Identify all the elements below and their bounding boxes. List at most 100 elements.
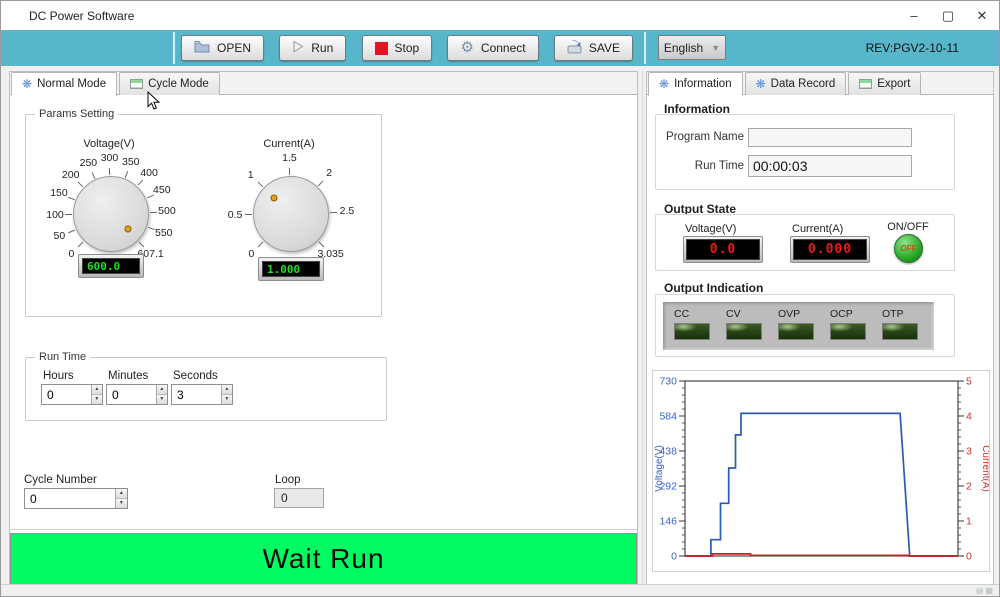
output-chart: 0146292438584730Voltage(V)012345Current(… — [652, 370, 990, 572]
snowflake-icon: ❋ — [756, 78, 766, 90]
open-button[interactable]: OPEN — [181, 35, 264, 61]
app-window: DC Power Software – ▢ ✕ OPEN Run Stop ⚙ … — [0, 0, 1000, 597]
tab-data-record[interactable]: ❋ Data Record — [745, 72, 847, 95]
play-icon — [292, 40, 304, 56]
output-current-label: Current(A) — [792, 223, 843, 235]
otp-led-indicator — [882, 323, 918, 340]
tab-label: Export — [877, 78, 910, 90]
stop-button[interactable]: Stop — [362, 35, 433, 61]
tab-label: Information — [674, 78, 732, 90]
voltage-current-plot: 0146292438584730Voltage(V)012345Current(… — [653, 371, 989, 571]
cc-led-indicator — [674, 323, 710, 340]
knob-scale-label: 200 — [62, 169, 80, 181]
knob-indicator-dot — [125, 226, 132, 233]
led-label-ocp: OCP — [830, 308, 870, 320]
content-divider — [10, 529, 637, 530]
tab-cycle-mode[interactable]: Cycle Mode — [119, 72, 220, 95]
svg-text:3: 3 — [966, 446, 972, 458]
language-selected-label: English — [664, 41, 703, 55]
chevron-down-icon: ▼ — [711, 43, 720, 53]
seconds-down-button[interactable]: ▼ — [222, 395, 232, 404]
connect-button[interactable]: ⚙ Connect — [447, 35, 538, 61]
seconds-stepper: ▲▼ — [171, 384, 233, 405]
current-setpoint-display-frame: 1.000 — [258, 257, 324, 281]
hours-up-button[interactable]: ▲ — [92, 385, 102, 395]
loop-count-field: 0 — [274, 488, 324, 508]
minimize-button[interactable]: – — [897, 1, 931, 30]
knob-tick-mark — [77, 182, 83, 188]
hours-stepper: ▲▼ — [41, 384, 103, 405]
main-toolbar: OPEN Run Stop ⚙ Connect SAVE English ▼ — [1, 30, 999, 66]
toolbar-separator — [644, 32, 646, 64]
snowflake-icon: ❋ — [659, 78, 669, 90]
svg-text:Voltage(V): Voltage(V) — [654, 445, 665, 492]
minutes-down-button[interactable]: ▼ — [157, 395, 167, 404]
stop-button-label: Stop — [395, 41, 420, 55]
knob-tick-mark — [330, 212, 337, 213]
voltage-setpoint-display: 600.0 — [82, 258, 140, 274]
output-onoff-button[interactable]: OFF — [894, 234, 923, 263]
status-bar: ▤▦ — [1, 584, 999, 596]
seconds-input[interactable] — [172, 385, 221, 404]
hours-input[interactable] — [42, 385, 91, 404]
resize-grip-icon: ▤▦ — [976, 586, 995, 595]
open-folder-icon — [194, 40, 210, 56]
close-button[interactable]: ✕ — [965, 1, 999, 30]
cycle-number-input[interactable] — [25, 489, 115, 508]
hours-down-button[interactable]: ▼ — [92, 395, 102, 404]
cycle-up-button[interactable]: ▲ — [116, 489, 127, 499]
knob-scale-label: 500 — [158, 205, 176, 217]
information-box: Program Name Run Time 00:00:03 — [655, 114, 955, 190]
maximize-button[interactable]: ▢ — [931, 1, 965, 30]
toolbar-separator — [173, 32, 175, 64]
run-button[interactable]: Run — [279, 35, 346, 61]
knob-tick-mark — [92, 172, 96, 179]
loop-label: Loop — [275, 474, 301, 486]
voltage-setpoint-display-frame: 600.0 — [78, 254, 144, 278]
status-banner: Wait Run — [10, 533, 637, 585]
led-label-cv: CV — [726, 308, 766, 320]
minutes-up-button[interactable]: ▲ — [157, 385, 167, 395]
open-button-label: OPEN — [217, 41, 251, 55]
knob-tick-mark — [289, 168, 290, 175]
knob-indicator-dot — [271, 195, 278, 202]
knob-scale-label: 100 — [46, 209, 64, 221]
stop-square-icon — [375, 42, 388, 55]
run-button-label: Run — [311, 41, 333, 55]
knob-scale-label: 400 — [140, 167, 158, 179]
knob-tick-mark — [258, 242, 264, 248]
output-current-frame: 0.000 — [790, 236, 870, 263]
cycle-number-label: Cycle Number — [24, 474, 97, 486]
svg-text:2: 2 — [966, 481, 972, 493]
minutes-input[interactable] — [107, 385, 156, 404]
save-button[interactable]: SAVE — [554, 35, 633, 61]
led-label-otp: OTP — [882, 308, 922, 320]
knob-face — [253, 176, 329, 252]
knob-face — [73, 176, 149, 252]
program-name-input[interactable] — [748, 128, 912, 147]
cycle-down-button[interactable]: ▼ — [116, 499, 127, 508]
knob-tick-mark — [244, 214, 251, 215]
output-current-display: 0.000 — [793, 239, 867, 260]
language-dropdown[interactable]: English ▼ — [658, 35, 726, 60]
table-icon — [859, 79, 872, 89]
params-setting-legend: Params Setting — [35, 108, 118, 120]
led-panel: CC CV OVP OCP OTP — [663, 302, 934, 350]
panel-divider — [642, 71, 643, 586]
knob-tick-mark — [257, 182, 263, 188]
knob-scale-label: 1 — [248, 169, 254, 181]
ovp-led-indicator — [778, 323, 814, 340]
tab-normal-mode[interactable]: ❋ Normal Mode — [11, 72, 117, 96]
tab-export[interactable]: Export — [848, 72, 921, 95]
output-voltage-label: Voltage(V) — [685, 223, 736, 235]
knob-tick-mark — [138, 180, 143, 186]
program-name-label: Program Name — [658, 131, 744, 143]
svg-text:0: 0 — [671, 551, 677, 563]
seconds-up-button[interactable]: ▲ — [222, 385, 232, 395]
cv-led-indicator — [726, 323, 762, 340]
table-icon — [130, 79, 143, 89]
tab-information[interactable]: ❋ Information — [648, 72, 743, 96]
tab-label: Cycle Mode — [148, 78, 209, 90]
knob-scale-label: 300 — [101, 152, 119, 164]
svg-text:1: 1 — [966, 516, 972, 528]
